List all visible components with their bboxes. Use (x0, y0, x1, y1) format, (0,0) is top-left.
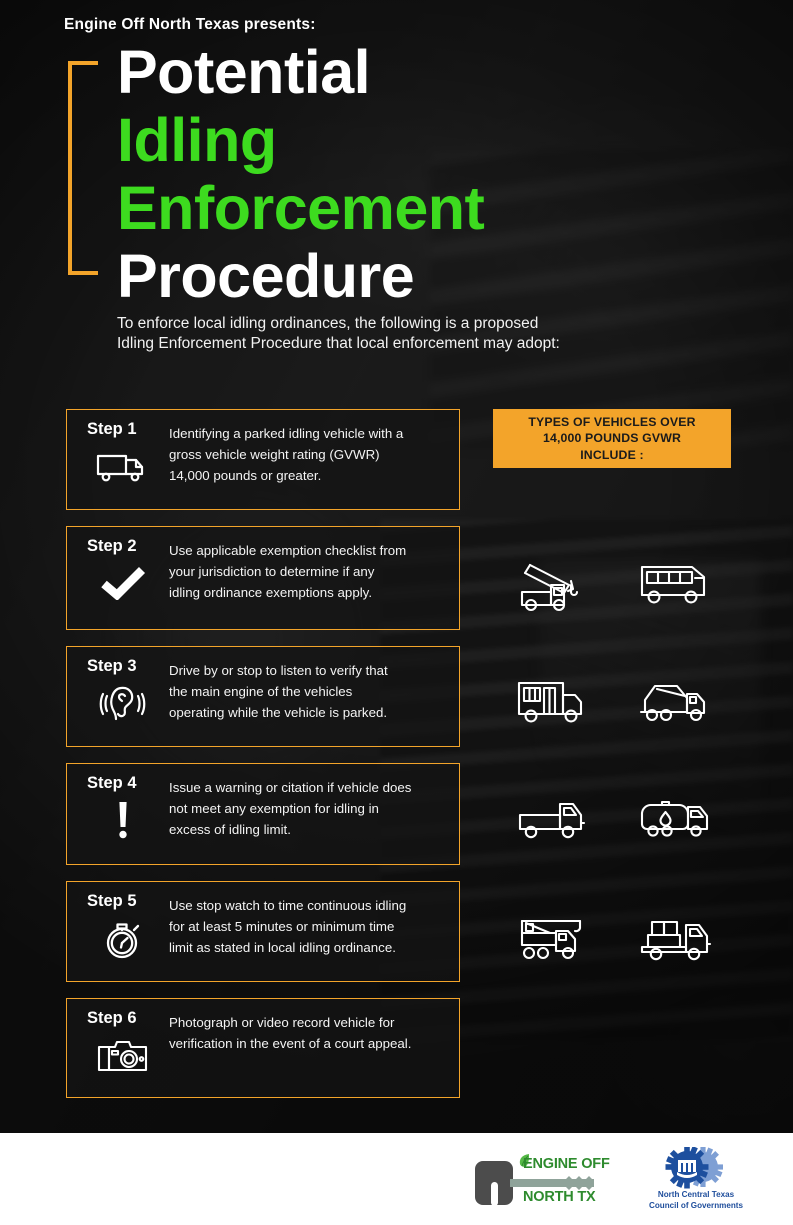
orange-bracket-decoration (68, 61, 98, 275)
presenter-line: Engine Off North Texas presents: (64, 16, 316, 33)
key-icon (475, 1161, 513, 1206)
box-truck-icon (95, 441, 151, 491)
step-6-text: Photograph or video record vehicle for v… (169, 1015, 412, 1051)
step-5-left: Step 5 (77, 892, 169, 963)
subtitle-text: To enforce local idling ordinances, the … (117, 315, 560, 352)
step-2-left: Step 2 (77, 537, 169, 608)
city-bus-icon (639, 562, 713, 606)
step-2-label: Step 2 (87, 537, 137, 555)
tanker-truck-icon (636, 799, 716, 841)
title-line-2: Idling (117, 106, 277, 174)
engine-off-north-tx-logo: ENGINE OFF NORTH TX (474, 1150, 610, 1208)
vehicle-types-heading-box: TYPES OF VEHICLES OVER 14,000 POUNDS GVW… (493, 409, 731, 468)
step-card-3: Step 3 Drive by or stop to listen to ver… (66, 646, 460, 747)
nctcog-logo: North Central Texas Council of Governmen… (643, 1147, 749, 1211)
key-shaft-icon (510, 1176, 594, 1190)
step-3-label: Step 3 (87, 657, 137, 675)
crane-truck-icon (516, 555, 592, 613)
title-line-1: Potential (117, 38, 371, 106)
step-1-label: Step 1 (87, 420, 137, 438)
step-4-label: Step 4 (87, 774, 137, 792)
cement-mixer-truck-icon (637, 680, 715, 724)
step-1-text: Identifying a parked idling vehicle with… (169, 426, 404, 483)
step-5-label: Step 5 (87, 892, 137, 910)
camera-icon (95, 1030, 151, 1080)
infographic-poster: Engine Off North Texas presents: Potenti… (0, 0, 793, 1225)
footer-logo-row: ENGINE OFF NORTH TX North Central Texas … (474, 1147, 749, 1211)
step-1-left: Step 1 (77, 420, 169, 491)
step-card-2: Step 2 Use applicable exemption checklis… (66, 526, 460, 630)
vehicle-types-heading-text: TYPES OF VEHICLES OVER 14,000 POUNDS GVW… (528, 414, 696, 462)
step-4-left: Step 4 (77, 774, 169, 845)
step-2-text: Use applicable exemption checklist from … (169, 543, 407, 600)
step-6-left: Step 6 (77, 1009, 169, 1080)
title-line-3: Enforcement (117, 174, 485, 242)
gear-icon (643, 1147, 749, 1189)
step-card-5: Step 5 Use stop watch to time continuous… (66, 881, 460, 982)
title-line-4: Procedure (117, 242, 415, 310)
step-5-text: Use stop watch to time continuous idling… (169, 898, 407, 955)
cargo-box-truck-icon (638, 914, 714, 962)
engine-off-logo-line2: NORTH TX (523, 1189, 596, 1205)
key-hole (491, 1182, 498, 1206)
step-card-4: Step 4 Issue a warning or citation if ve… (66, 763, 460, 865)
school-bus-icon (516, 679, 592, 725)
vehicle-icon-grid (500, 525, 730, 997)
step-3-left: Step 3 (77, 657, 169, 728)
flatbed-truck-icon (517, 799, 591, 841)
page-title: Potential Idling Enforcement Procedure (117, 38, 485, 310)
steps-list: Step 1 Identifying a parked idling vehic… (66, 409, 460, 1114)
step-4-text: Issue a warning or citation if vehicle d… (169, 780, 412, 837)
exclamation-icon (95, 795, 151, 845)
step-card-1: Step 1 Identifying a parked idling vehic… (66, 409, 460, 510)
ear-listening-icon (95, 678, 151, 728)
checkmark-icon (95, 558, 151, 608)
step-3-text: Drive by or stop to listen to verify tha… (169, 663, 388, 720)
footer-bar: ENGINE OFF NORTH TX North Central Texas … (0, 1133, 793, 1225)
step-6-label: Step 6 (87, 1009, 137, 1027)
engine-off-logo-line1: ENGINE OFF (523, 1156, 610, 1172)
nctcog-logo-text: North Central Texas Council of Governmen… (649, 1190, 743, 1210)
step-card-6: Step 6 Photograph or video record vehicl… (66, 998, 460, 1098)
stopwatch-icon (95, 913, 151, 963)
mobile-crane-icon (514, 913, 594, 963)
